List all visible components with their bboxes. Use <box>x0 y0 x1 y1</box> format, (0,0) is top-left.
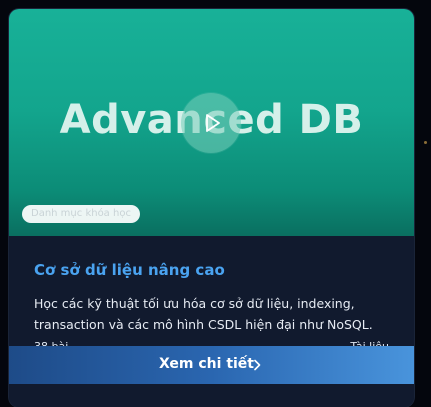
play-icon <box>206 114 220 132</box>
view-details-label: Xem chi tiết <box>159 356 254 372</box>
play-button[interactable] <box>181 93 241 153</box>
course-card[interactable]: Advanced DB Danh mục khóa học Cơ sở dữ l… <box>9 9 414 407</box>
course-thumbnail[interactable]: Advanced DB Danh mục khóa học <box>9 9 414 236</box>
background-dot <box>424 141 427 144</box>
category-badge: Danh mục khóa học <box>22 205 140 223</box>
course-title[interactable]: Cơ sở dữ liệu nâng cao <box>34 261 225 279</box>
chevron-right-icon <box>254 359 261 371</box>
course-description: Học các kỹ thuật tối ưu hóa cơ sở dữ liệ… <box>34 296 373 332</box>
view-details-button[interactable]: Xem chi tiết <box>9 346 414 384</box>
